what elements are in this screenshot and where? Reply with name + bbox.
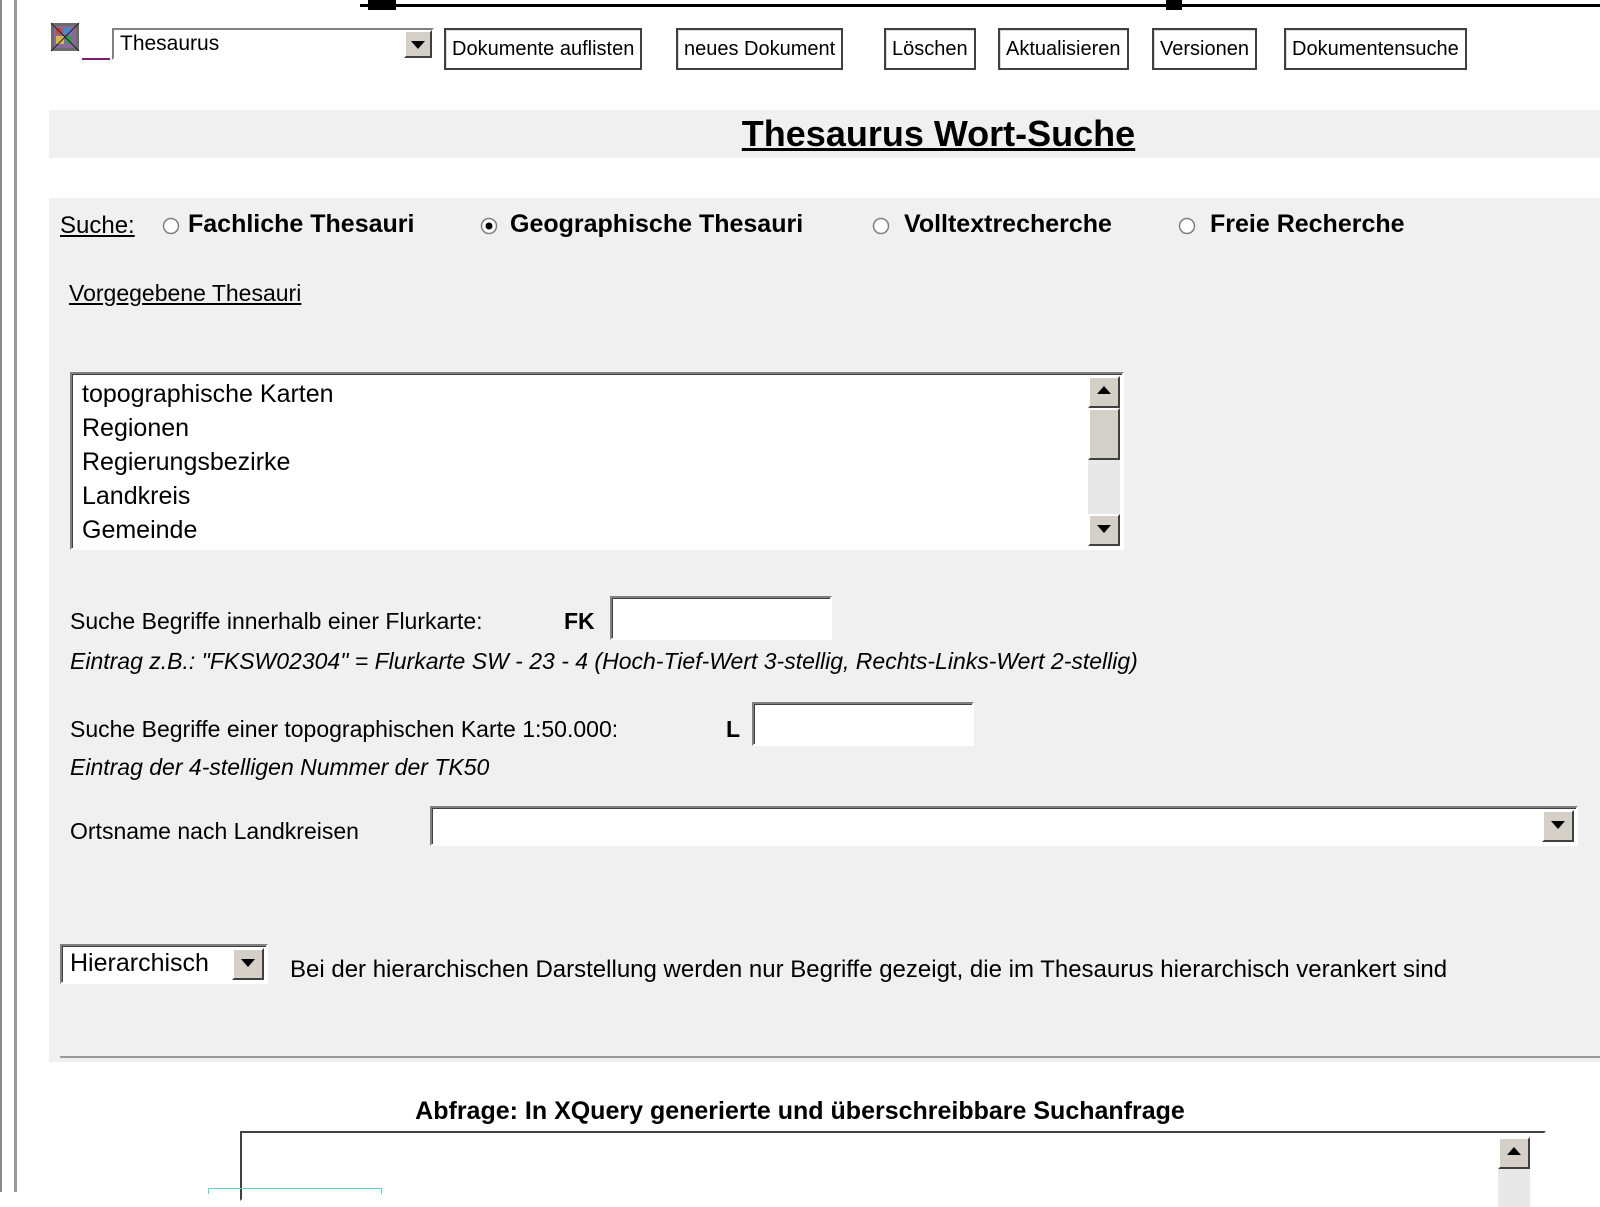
list-documents-button[interactable]: Dokumente auflisten — [444, 28, 643, 70]
top-edge-glyph — [368, 0, 396, 10]
query-label: Abfrage: In XQuery generierte und übersc… — [415, 1097, 1185, 1125]
topokarte-prefix: L — [726, 716, 741, 742]
document-search-button[interactable]: Dokumentensuche — [1284, 28, 1467, 70]
radio-freie[interactable] — [1178, 217, 1196, 235]
top-edge-glyph — [1166, 0, 1182, 10]
app-icon[interactable] — [50, 22, 80, 52]
flurkarte-input[interactable] — [610, 596, 832, 640]
topokarte-input[interactable] — [752, 702, 974, 746]
display-mode-value: Hierarchisch — [70, 949, 209, 977]
display-mode-note: Bei der hierarchischen Darstellung werde… — [290, 956, 1448, 983]
chevron-down-icon[interactable] — [232, 948, 264, 980]
radio-volltext[interactable] — [872, 217, 890, 235]
topokarte-hint: Eintrag der 4-stelligen Nummer der TK50 — [70, 754, 490, 780]
radio-label-freie[interactable]: Freie Recherche — [1210, 210, 1405, 239]
flurkarte-hint: Eintrag z.B.: "FKSW02304" = Flurkarte SW… — [70, 648, 1138, 674]
module-select-value: Thesaurus — [120, 32, 220, 55]
window-frame-left — [0, 0, 2, 1192]
predefined-thesauri-link[interactable]: Vorgegebene Thesauri — [69, 280, 301, 307]
window-frame-inner — [14, 0, 17, 1192]
query-textarea[interactable] — [240, 1131, 1546, 1207]
versions-button[interactable]: Versionen — [1152, 28, 1257, 70]
focus-outline — [208, 1188, 382, 1194]
flurkarte-prefix: FK — [564, 608, 595, 634]
display-mode-select[interactable]: Hierarchisch — [60, 944, 268, 984]
refresh-button[interactable]: Aktualisieren — [998, 28, 1129, 70]
topokarte-label: Suche Begriffe einer topographischen Kar… — [70, 716, 619, 742]
list-item[interactable]: Gemeinde — [82, 514, 197, 546]
scroll-up-icon[interactable] — [1498, 1137, 1530, 1169]
list-item[interactable]: topographische Karten — [82, 378, 334, 410]
divider — [60, 1056, 1600, 1058]
radio-label-volltext[interactable]: Volltextrecherche — [904, 210, 1112, 239]
listbox-scrollbar[interactable] — [1088, 376, 1120, 546]
delete-button[interactable]: Löschen — [884, 28, 976, 70]
ortsname-label: Ortsname nach Landkreisen — [70, 818, 359, 844]
top-edge-strip — [360, 0, 1600, 7]
app-icon-underline — [82, 58, 110, 60]
radio-fachliche[interactable] — [162, 217, 180, 235]
search-label: Suche: — [60, 212, 135, 239]
radio-label-fachliche[interactable]: Fachliche Thesauri — [188, 210, 414, 239]
page-title: Thesaurus Wort-Suche — [741, 113, 1136, 154]
chevron-down-icon[interactable] — [404, 30, 432, 58]
title-band: Thesaurus Wort-Suche — [49, 110, 1600, 158]
radio-geographische[interactable] — [480, 217, 498, 235]
radio-label-geographische[interactable]: Geographische Thesauri — [510, 210, 803, 239]
list-item[interactable]: Landkreis — [82, 480, 190, 512]
new-document-button[interactable]: neues Dokument — [676, 28, 844, 70]
list-item[interactable]: Regionen — [82, 412, 189, 444]
flurkarte-label: Suche Begriffe innerhalb einer Flurkarte… — [70, 608, 483, 634]
list-item[interactable]: Regierungsbezirke — [82, 446, 290, 478]
thesauri-listbox[interactable]: topographische Karten Regionen Regierung… — [70, 372, 1124, 550]
chevron-down-icon[interactable] — [1542, 810, 1574, 842]
scroll-thumb[interactable] — [1088, 408, 1120, 460]
scroll-down-icon[interactable] — [1088, 514, 1120, 546]
ortsname-select[interactable] — [430, 806, 1578, 846]
query-scrollbar[interactable] — [1498, 1137, 1530, 1207]
scroll-up-icon[interactable] — [1088, 376, 1120, 408]
module-select[interactable]: Thesaurus — [112, 28, 434, 60]
